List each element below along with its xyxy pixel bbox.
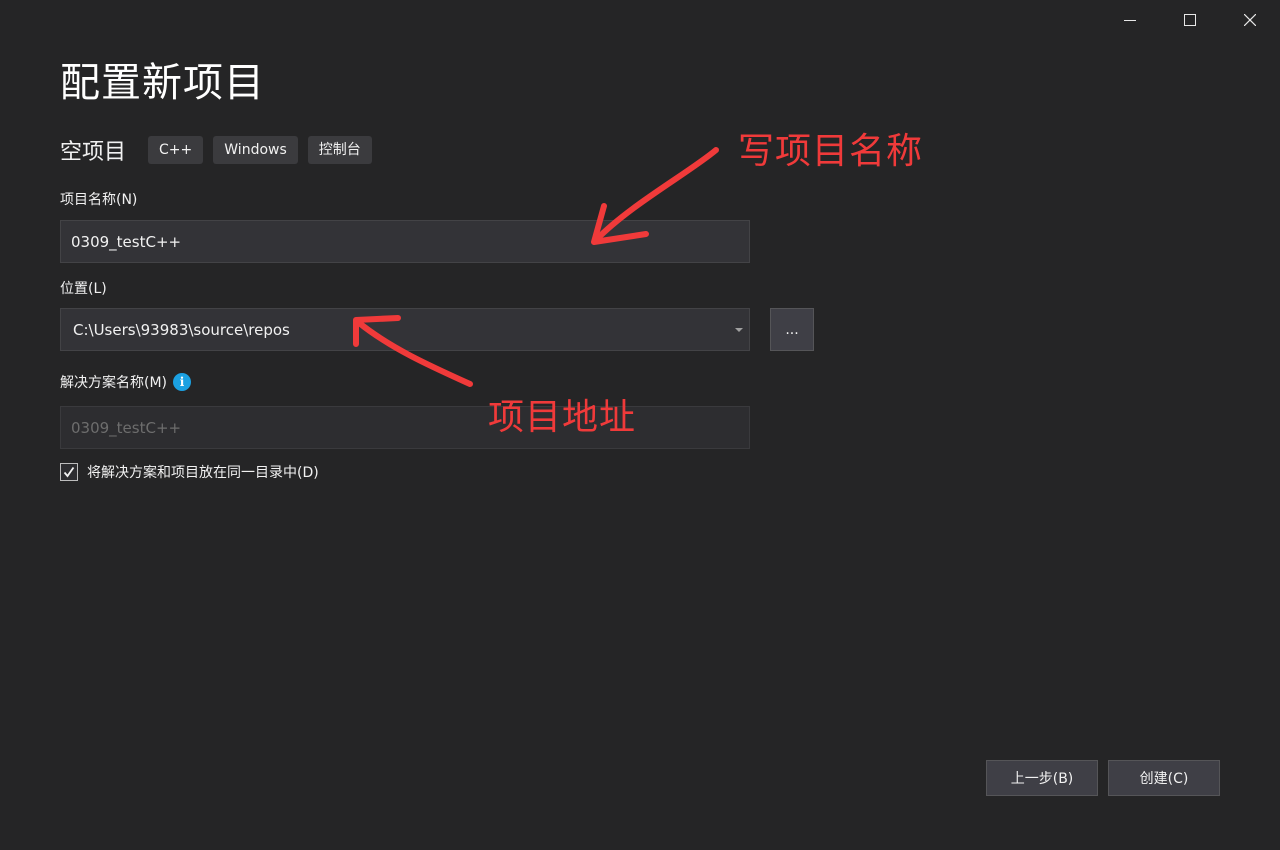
solution-name-label-row: 解决方案名称(M) i	[60, 372, 192, 392]
location-value: C:\Users\93983\source\repos	[73, 320, 290, 339]
tag-language: C++	[148, 136, 204, 164]
info-icon[interactable]: i	[173, 373, 192, 391]
project-name-label: 项目名称(N)	[60, 192, 138, 208]
checkmark-icon	[63, 466, 75, 478]
template-summary: 空项目 C++ Windows 控制台	[60, 134, 382, 166]
location-label: 位置(L)	[60, 281, 107, 297]
back-button[interactable]: 上一步(B)	[986, 760, 1098, 796]
configure-project-window: 配置新项目 空项目 C++ Windows 控制台 项目名称(N) 0309_t…	[0, 0, 1280, 850]
close-icon	[1244, 14, 1256, 26]
location-combobox[interactable]: C:\Users\93983\source\repos	[60, 308, 750, 351]
project-name-input[interactable]: 0309_testC++	[60, 220, 750, 263]
minimize-button[interactable]	[1100, 0, 1160, 40]
solution-name-label: 解决方案名称(M)	[60, 375, 168, 391]
tag-project-type: 控制台	[307, 136, 372, 164]
window-controls	[1100, 0, 1280, 40]
page-title: 配置新项目	[60, 60, 265, 106]
solution-name-input: 0309_testC++	[60, 406, 750, 449]
location-annotation: 项目地址	[488, 397, 637, 438]
create-button[interactable]: 创建(C)	[1108, 760, 1220, 796]
same-directory-checkbox[interactable]	[60, 463, 78, 481]
maximize-button[interactable]	[1160, 0, 1220, 40]
close-button[interactable]	[1220, 0, 1280, 40]
chevron-down-icon[interactable]	[735, 328, 743, 332]
tag-platform: Windows	[213, 136, 298, 164]
maximize-icon	[1184, 14, 1196, 26]
same-directory-label: 将解决方案和项目放在同一目录中(D)	[87, 465, 319, 481]
browse-location-button[interactable]: ...	[770, 308, 814, 351]
template-name: 空项目	[60, 140, 127, 165]
project-name-annotation: 写项目名称	[738, 131, 924, 172]
same-directory-option[interactable]: 将解决方案和项目放在同一目录中(D)	[60, 462, 319, 482]
project-name-value: 0309_testC++	[71, 232, 182, 251]
solution-name-value: 0309_testC++	[71, 418, 182, 437]
minimize-icon	[1124, 20, 1136, 21]
